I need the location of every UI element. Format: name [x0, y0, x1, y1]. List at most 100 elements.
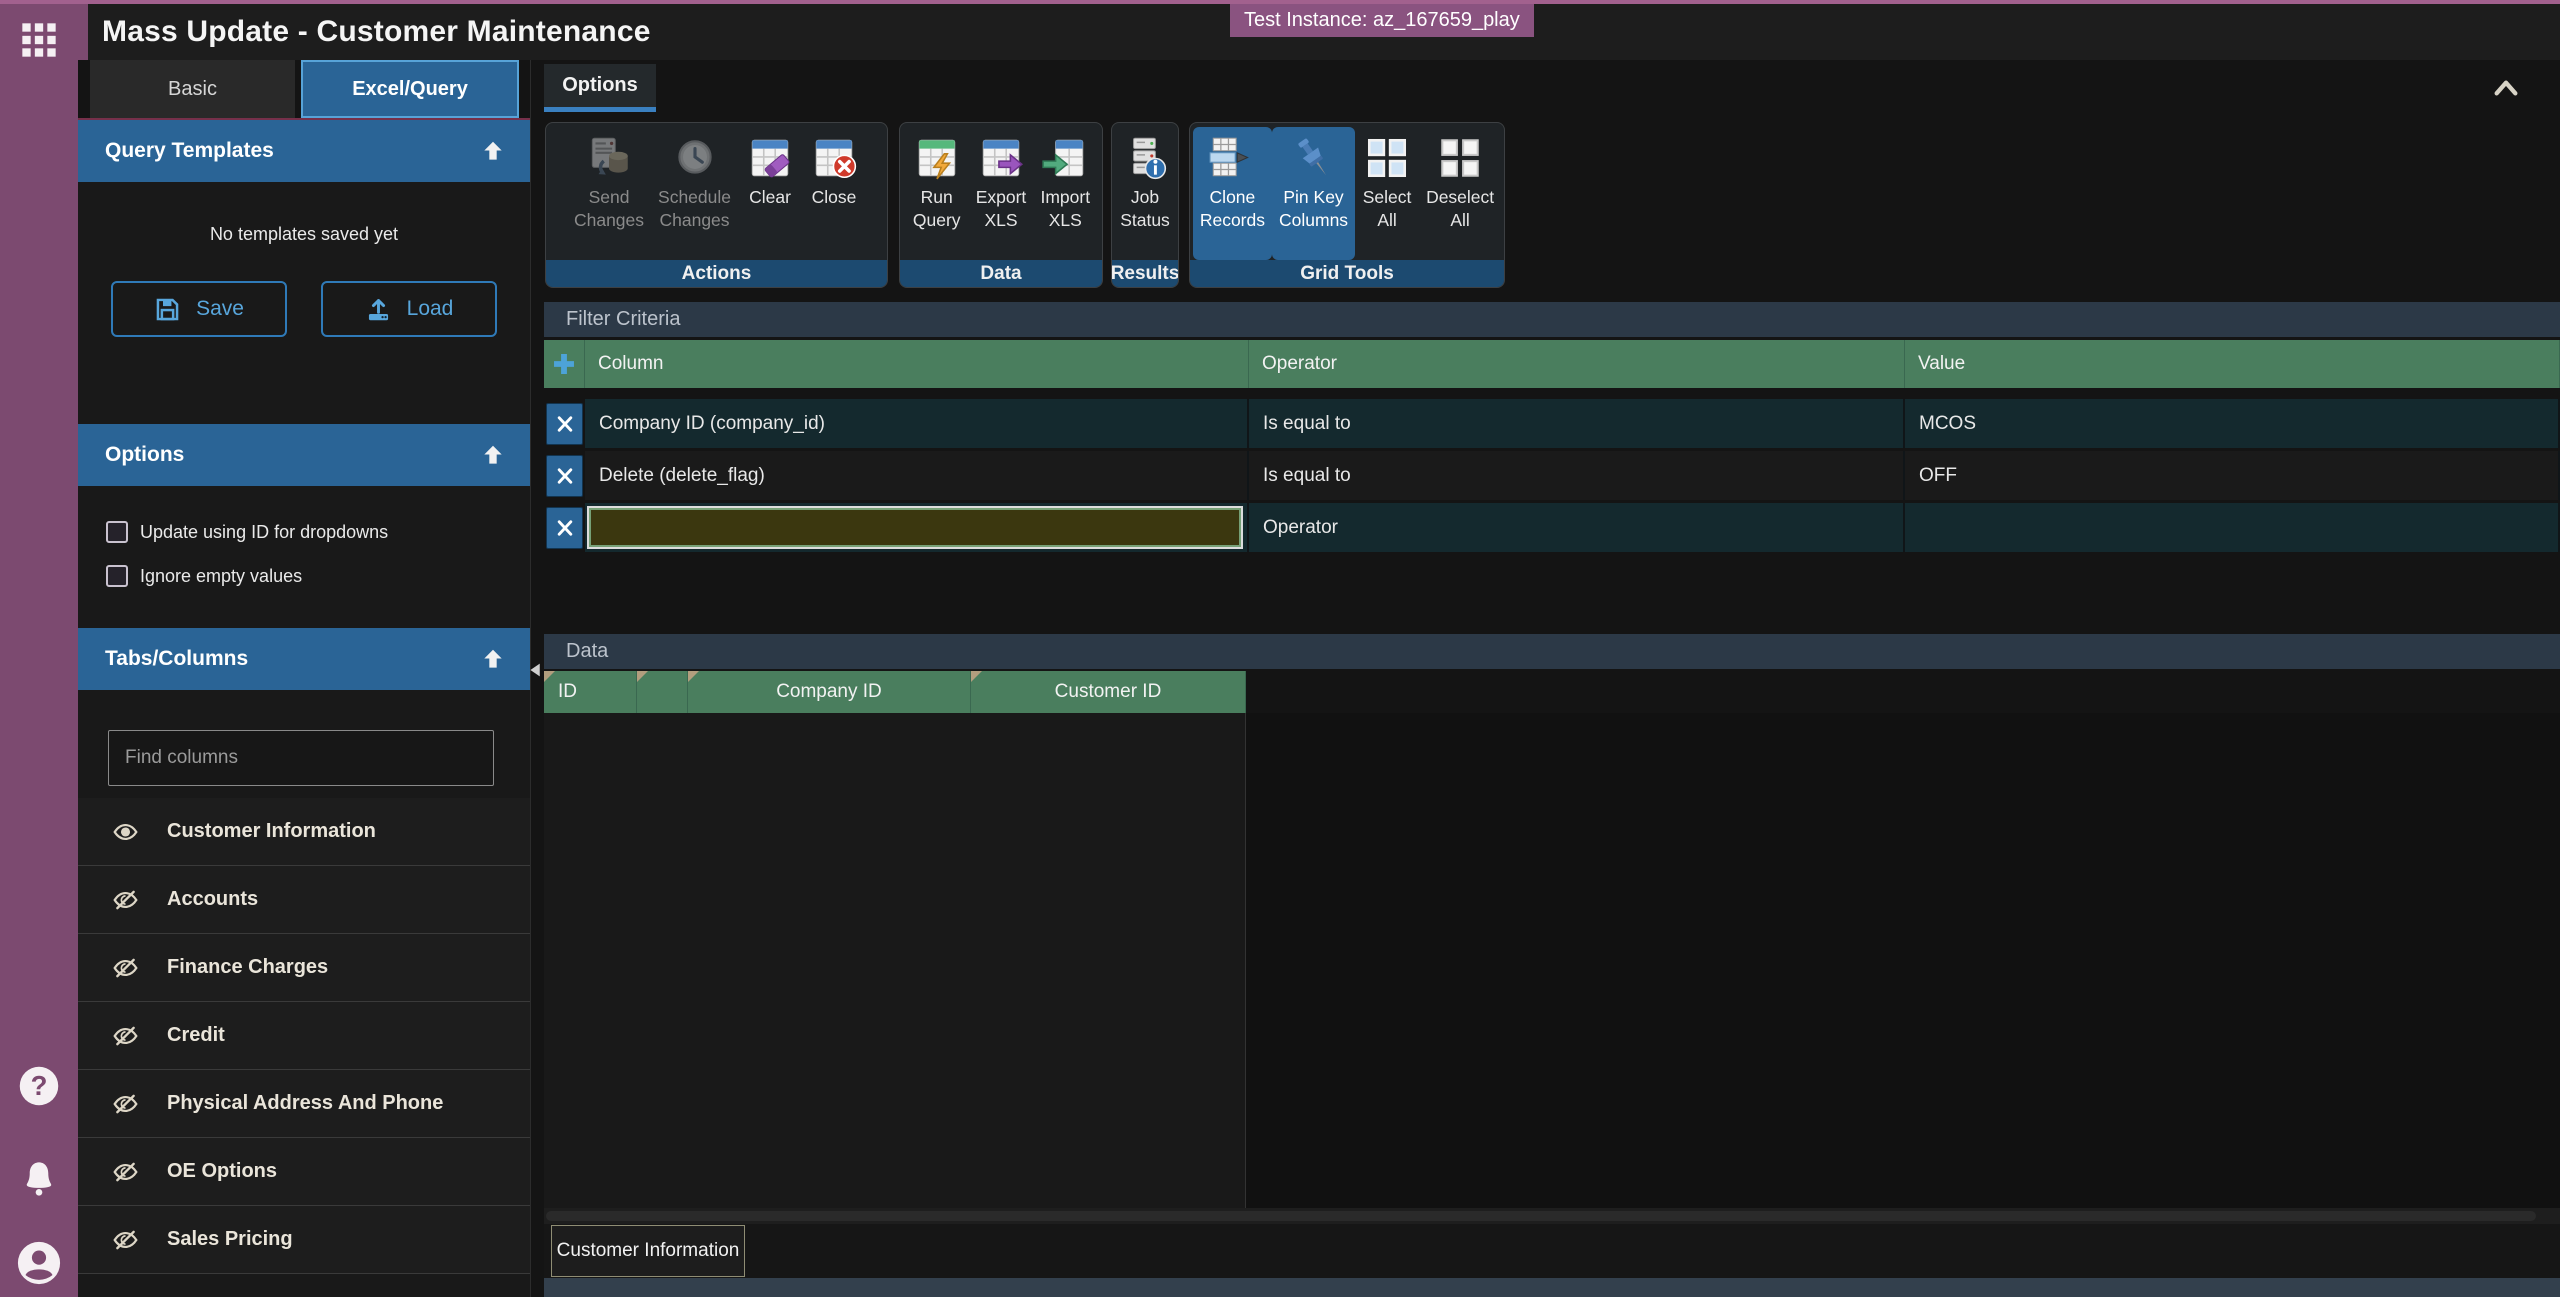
filter-column-cell[interactable]: Delete (delete_flag)	[585, 451, 1249, 500]
filter-criteria-title: Filter Criteria	[544, 302, 2560, 337]
find-columns-input[interactable]	[108, 730, 494, 786]
horizontal-scrollbar[interactable]	[544, 1208, 2560, 1224]
rail-gap	[78, 4, 88, 60]
import-xls-button[interactable]: ImportXLS	[1033, 127, 1097, 260]
data-header-blank[interactable]	[637, 671, 688, 713]
button-label-line: Changes	[659, 209, 729, 232]
checkbox-label: Ignore empty values	[140, 566, 302, 587]
column-group-physical-address-and-phone[interactable]: Physical Address And Phone	[78, 1070, 530, 1138]
clear-button[interactable]: Clear	[738, 127, 802, 260]
sidebar: BasicExcel/Query Query Templates No temp…	[78, 60, 531, 1297]
job-status-icon	[1120, 133, 1170, 183]
data-grid-header: ID Company IDCustomer ID	[544, 671, 1246, 713]
filter-operator-cell[interactable]: Operator	[1249, 503, 1905, 552]
button-label-line: All	[1377, 209, 1396, 232]
query-templates-header[interactable]: Query Templates	[78, 120, 530, 182]
data-header-id[interactable]: ID	[544, 671, 637, 713]
load-icon	[365, 296, 392, 323]
remove-filter-button[interactable]	[546, 403, 583, 445]
apps-button[interactable]	[19, 20, 59, 60]
send-changes-button[interactable]: SendChanges	[567, 127, 651, 260]
collapse-up-icon	[480, 138, 506, 164]
query-templates-title: Query Templates	[105, 139, 274, 163]
collapse-panel-button[interactable]	[2486, 72, 2526, 104]
column-group-label: Sales Pricing	[167, 1228, 293, 1251]
collapse-up-icon	[480, 442, 506, 468]
job-status-button[interactable]: JobStatus	[1114, 127, 1176, 260]
send-changes-icon	[584, 133, 634, 183]
filter-value-cell[interactable]	[1905, 503, 2560, 552]
button-label: Load	[407, 297, 454, 321]
button-label-line: XLS	[984, 209, 1017, 232]
data-grid-body	[544, 713, 2560, 1208]
button-label-line: Job	[1131, 186, 1159, 209]
query-templates-body: No templates saved yet Save Load	[78, 182, 530, 424]
checkbox[interactable]	[106, 521, 128, 543]
scrollbar-thumb[interactable]	[546, 1211, 2536, 1221]
column-group-customer-information[interactable]: Customer Information	[78, 798, 530, 866]
column-group-label: Customer Information	[167, 820, 376, 843]
filter-header-column[interactable]: Column	[585, 340, 1249, 388]
column-group-oe-options[interactable]: OE Options	[78, 1138, 530, 1206]
filter-row: Operator	[544, 503, 2560, 552]
load-template-button[interactable]: Load	[321, 281, 497, 337]
data-header-company-id[interactable]: Company ID	[688, 671, 971, 713]
column-group-finance-charges[interactable]: Finance Charges	[78, 934, 530, 1002]
filter-column-cell[interactable]: Company ID (company_id)	[585, 399, 1249, 448]
notifications-button[interactable]	[18, 1158, 60, 1200]
run-query-icon	[912, 133, 962, 183]
option-ignore-empty-values[interactable]: Ignore empty values	[106, 554, 530, 598]
account-button[interactable]	[16, 1240, 62, 1286]
filter-value-cell[interactable]: OFF	[1905, 451, 2560, 500]
save-template-button[interactable]: Save	[111, 281, 287, 337]
sidebar-collapse-handle[interactable]	[527, 660, 545, 680]
filter-operator-cell[interactable]: Is equal to	[1249, 399, 1905, 448]
button-label-line: Import	[1040, 186, 1090, 209]
deselect-all-icon	[1435, 133, 1485, 183]
button-label-line: Records	[1200, 209, 1265, 232]
filter-header-value[interactable]: Value	[1905, 340, 2560, 388]
data-grid-rows-area	[544, 713, 1246, 1208]
tabs-columns-header[interactable]: Tabs/Columns	[78, 628, 530, 690]
data-header-customer-id[interactable]: Customer ID	[971, 671, 1246, 713]
empty-templates-message: No templates saved yet	[78, 182, 530, 245]
help-button[interactable]: ?	[17, 1064, 61, 1108]
export-xls-button[interactable]: ExportXLS	[969, 127, 1034, 260]
filter-column-input[interactable]	[587, 506, 1243, 549]
eye-slash-icon	[110, 1159, 141, 1185]
column-group-accounts[interactable]: Accounts	[78, 866, 530, 934]
grid-tab-customer-information[interactable]: Customer Information	[551, 1225, 745, 1277]
filter-column-cell[interactable]	[585, 503, 1249, 552]
ribbon-group-label: Data	[900, 260, 1102, 287]
pin-key-columns-button[interactable]: Pin KeyColumns	[1272, 127, 1355, 260]
filter-header-operator[interactable]: Operator	[1249, 340, 1905, 388]
remove-row-icon	[555, 414, 575, 434]
sidebar-tab-basic[interactable]: Basic	[90, 60, 295, 118]
button-label-line: Status	[1120, 209, 1170, 232]
remove-filter-button[interactable]	[546, 455, 583, 497]
remove-filter-button[interactable]	[546, 507, 583, 549]
select-all-button[interactable]: SelectAll	[1355, 127, 1419, 260]
schedule-changes-button[interactable]: ScheduleChanges	[651, 127, 738, 260]
checkbox[interactable]	[106, 565, 128, 587]
add-filter-button[interactable]	[551, 351, 577, 377]
filter-value-cell[interactable]: MCOS	[1905, 399, 2560, 448]
close-button[interactable]: Close	[802, 127, 866, 260]
close-icon	[809, 133, 859, 183]
column-group-sales-pricing[interactable]: Sales Pricing	[78, 1206, 530, 1274]
option-update-using-id-for-dropdowns[interactable]: Update using ID for dropdowns	[106, 510, 530, 554]
filter-operator-cell[interactable]: Is equal to	[1249, 451, 1905, 500]
column-group-credit[interactable]: Credit	[78, 1002, 530, 1070]
run-query-button[interactable]: RunQuery	[905, 127, 969, 260]
template-buttons: Save Load	[78, 281, 530, 337]
ribbon-tab-options[interactable]: Options	[544, 64, 656, 112]
options-header[interactable]: Options	[78, 424, 530, 486]
sidebar-tab-excel-query[interactable]: Excel/Query	[301, 60, 519, 118]
button-label-line: Pin Key	[1283, 186, 1343, 209]
ribbon-group-label: Results	[1112, 260, 1178, 287]
main-panel: Options SendChangesScheduleChangesClearC…	[544, 60, 2560, 1297]
mass-update-window: ? Mass Update - Customer Maintenance Tes…	[0, 0, 2560, 1297]
clone-records-button[interactable]: CloneRecords	[1193, 127, 1272, 260]
button-label-line: Deselect	[1426, 186, 1494, 209]
deselect-all-button[interactable]: DeselectAll	[1419, 127, 1501, 260]
